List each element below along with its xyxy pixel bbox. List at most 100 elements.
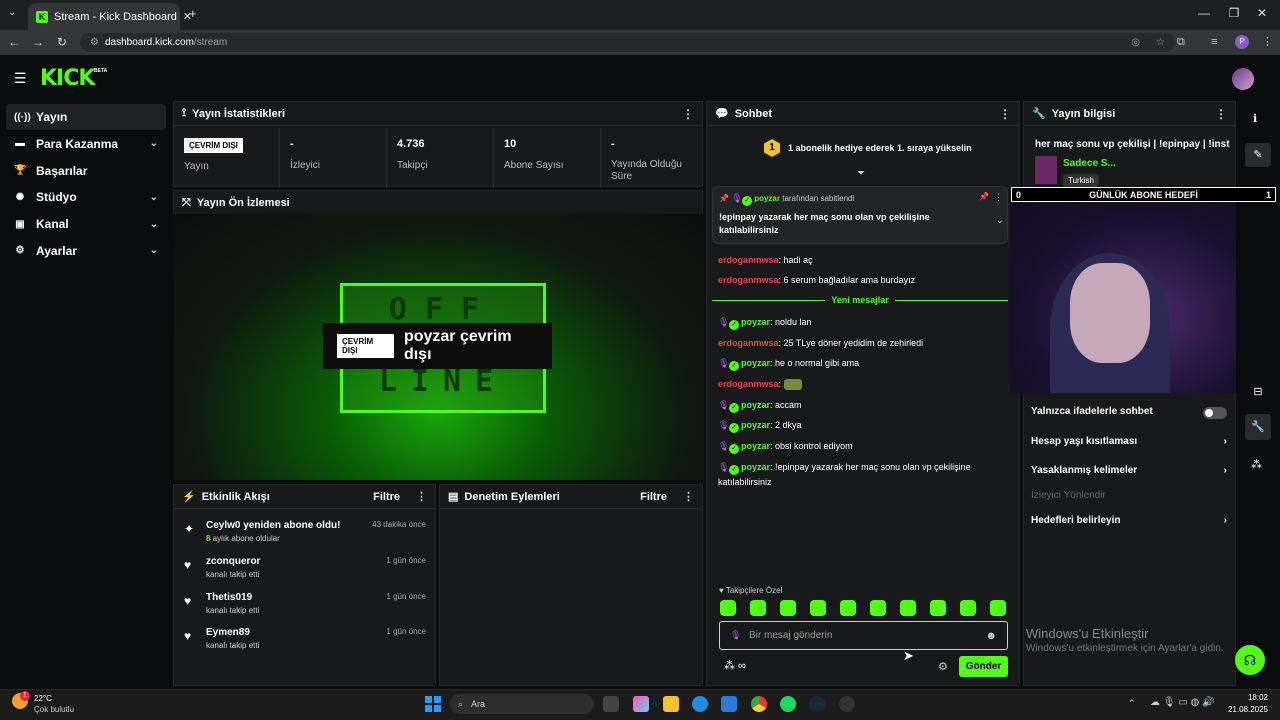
url-host: dashboard.kick.com <box>104 37 194 48</box>
activity-time: 1 gün önce <box>386 556 426 565</box>
chat-tools-icon[interactable]: ⁂ ∞ <box>724 659 746 672</box>
chrome-icon[interactable] <box>751 696 767 712</box>
bookmark-star-icon[interactable]: ☆ <box>1156 37 1165 48</box>
emote-icon[interactable] <box>990 600 1006 616</box>
emote-icon[interactable] <box>930 600 946 616</box>
clock-time[interactable]: 18:02 <box>1236 693 1268 702</box>
preview-header: ⤧ Yayın Ön İzlemesi <box>173 190 703 214</box>
obs-icon[interactable] <box>839 696 855 712</box>
chat-input[interactable]: 🎙 Bir mesaj gönderin ☻ <box>719 621 1008 650</box>
emote-only-toggle[interactable] <box>1203 407 1227 419</box>
new-tab-icon[interactable]: + <box>189 6 197 21</box>
support-headset-icon[interactable]: ☊ <box>1235 645 1265 675</box>
site-info-icon[interactable]: ⚙ <box>90 37 99 48</box>
tab-search-icon[interactable]: ⌄ <box>8 7 16 18</box>
setting-label: İzleyici Yönlendir <box>1031 490 1106 501</box>
heart-icon: ♥ <box>184 629 192 643</box>
tray-icons[interactable]: ☁ 🎙 ▭ ◍ 🔊 <box>1150 697 1214 708</box>
chat-message: 🎙 ✓ poyzar: noldu lan <box>718 317 812 330</box>
info-icon[interactable]: ℹ <box>1253 112 1257 125</box>
more-options-icon[interactable]: ⋮ <box>1215 107 1227 121</box>
browser-menu-icon[interactable]: ⋮ <box>1262 35 1273 48</box>
chat-user[interactable]: poyzar <box>741 420 770 430</box>
clock-date[interactable]: 21.08.2025 <box>1222 705 1268 714</box>
emote-icon[interactable] <box>960 600 976 616</box>
sidebar-item-ayarlar[interactable]: ⚙ Ayarlar ⌄ <box>6 238 166 264</box>
edit-icon[interactable]: ✎ <box>1245 143 1271 167</box>
chevron-down-icon[interactable]: ⌄ <box>996 215 1004 226</box>
sidebar-item-basarilar[interactable]: 🏆 Başarılar <box>6 158 166 184</box>
wrench-icon[interactable]: 🔧 <box>1245 414 1271 440</box>
more-options-icon[interactable]: ⋮ <box>683 490 694 503</box>
sidebar-item-kanal[interactable]: ▣ Kanal ⌄ <box>6 211 166 237</box>
search-icon: ⌕ <box>458 698 464 709</box>
emoji-icon[interactable]: ☻ <box>985 630 997 642</box>
store-icon[interactable] <box>721 696 737 712</box>
reading-list-icon[interactable]: ≡ <box>1211 36 1217 48</box>
chat-user[interactable]: poyzar <box>741 462 770 472</box>
taskbar-search[interactable]: ⌕ Ara <box>450 694 594 714</box>
pinned-more-icon[interactable]: ⋮ <box>994 192 1003 203</box>
unpin-icon[interactable]: 📌 <box>979 192 989 201</box>
restore-icon[interactable]: ❐ <box>1224 6 1244 20</box>
browser-tab[interactable]: K Stream - Kick Dashboard ✕ <box>28 3 192 30</box>
more-options-icon[interactable]: ⋮ <box>416 490 427 503</box>
gift-leaderboard[interactable]: 1 1 abonelik hediye ederek 1. sıraya yük… <box>764 139 972 157</box>
url-input[interactable]: ⚙ dashboard.kick.com/stream ◎ ☆ <box>80 33 1175 52</box>
more-options-icon[interactable]: ⋮ <box>682 107 694 121</box>
reload-icon[interactable]: ↻ <box>57 35 67 49</box>
chat-user[interactable]: erdoganmwsa <box>718 255 779 265</box>
close-window-icon[interactable]: ✕ <box>1252 6 1272 20</box>
chat-user[interactable]: poyzar <box>741 400 770 410</box>
emote-icon[interactable] <box>900 600 916 616</box>
eye-off-icon[interactable]: ◎ <box>1131 37 1140 48</box>
copilot-icon[interactable] <box>633 696 649 712</box>
chat-user[interactable]: poyzar <box>741 358 770 368</box>
forward-icon[interactable]: → <box>32 35 44 49</box>
chat-user[interactable]: erdoganmwsa <box>718 338 779 348</box>
chat-user[interactable]: poyzar <box>741 317 770 327</box>
sidebar-item-para-kazanma[interactable]: ▬ Para Kazanma ⌄ <box>6 131 166 157</box>
sidebar-item-yayin[interactable]: ((·)) Yayın <box>6 104 166 130</box>
stat-label: Abone Sayısı <box>504 160 564 171</box>
emote-icon[interactable] <box>810 600 826 616</box>
emote-icon[interactable] <box>720 600 736 616</box>
file-explorer-icon[interactable] <box>663 696 679 712</box>
tray-chevron-icon[interactable]: ⌃ <box>1128 698 1136 709</box>
chat-user[interactable]: poyzar <box>741 441 770 451</box>
hamburger-menu-icon[interactable]: ☰ <box>14 70 27 87</box>
sidebar-item-studyo[interactable]: ✺ Stüdyo ⌄ <box>6 184 166 210</box>
setting-label: Hesap yaşı kısıtlaması <box>1031 436 1138 447</box>
apps-icon[interactable]: ⁂ <box>1251 458 1262 471</box>
user-avatar[interactable] <box>1232 68 1254 90</box>
setting-account-age[interactable]: Hesap yaşı kısıtlaması › <box>1031 436 1227 447</box>
chat-user[interactable]: erdoganmwsa <box>718 379 779 389</box>
profile-avatar[interactable]: P <box>1235 35 1249 49</box>
pinned-by-text: tarafından sabitlendi <box>780 194 855 203</box>
emote-icon[interactable] <box>840 600 856 616</box>
kick-logo[interactable]: KICK <box>40 66 95 91</box>
emote-icon[interactable] <box>780 600 796 616</box>
heart-icon: ♥ <box>184 594 192 608</box>
minimize-icon[interactable]: — <box>1194 6 1214 20</box>
send-button[interactable]: Gönder <box>959 656 1008 677</box>
back-icon[interactable]: ← <box>8 35 20 49</box>
chat-user[interactable]: erdoganmwsa <box>718 275 779 285</box>
chat-settings-icon[interactable]: ⚙ <box>938 660 948 673</box>
extensions-icon[interactable]: ⧉ <box>1177 36 1185 49</box>
emote-icon[interactable] <box>870 600 886 616</box>
emote-icon[interactable] <box>750 600 766 616</box>
spotify-icon[interactable] <box>780 696 796 712</box>
setting-banned-words[interactable]: Yasaklanmış kelimeler › <box>1031 465 1227 476</box>
filter-button[interactable]: Filtre <box>640 491 667 503</box>
rail-tool-icon[interactable]: ⊟ <box>1245 380 1271 404</box>
trophy-icon: 🏆 <box>14 165 27 177</box>
windows-start-icon[interactable] <box>425 696 441 712</box>
edge-icon[interactable] <box>692 696 708 712</box>
filter-button[interactable]: Filtre <box>373 491 400 503</box>
collapse-icon[interactable]: ⏷ <box>857 168 865 179</box>
more-options-icon[interactable]: ⋮ <box>999 107 1011 121</box>
steam-icon[interactable] <box>809 696 825 712</box>
task-view-icon[interactable] <box>603 696 619 712</box>
setting-goals[interactable]: Hedefleri belirleyin › <box>1031 515 1227 526</box>
